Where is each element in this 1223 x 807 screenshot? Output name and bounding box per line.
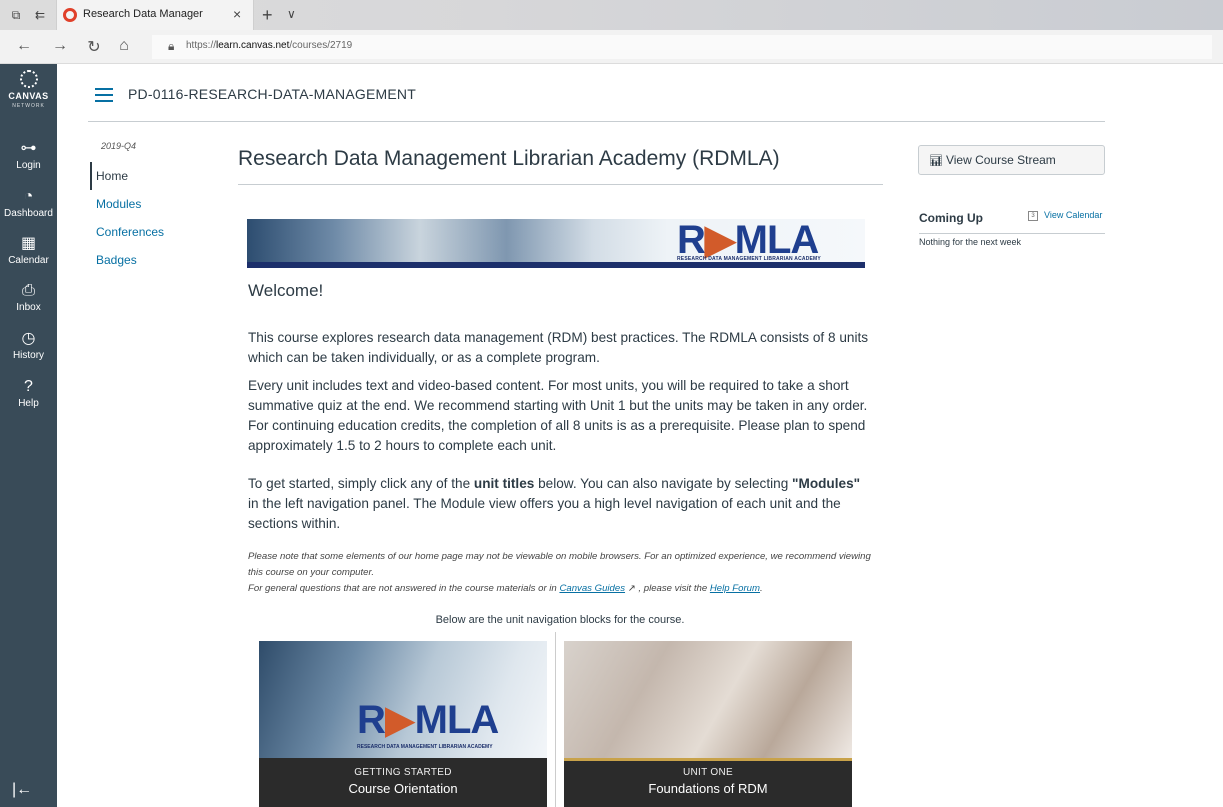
tab-actions-icon[interactable]: ⧉	[8, 7, 24, 23]
help-forum-link[interactable]: Help Forum	[710, 583, 760, 594]
global-nav-label: Dashboard	[4, 208, 53, 219]
note-mobile: Please note that some elements of our ho…	[248, 551, 871, 578]
coming-up-empty: Nothing for the next week	[919, 237, 1022, 247]
global-navigation: CANVAS NETWORK ⊶ Login ◔ Dashboard ▦ Cal…	[0, 64, 57, 807]
global-nav-login[interactable]: ⊶ Login	[0, 140, 57, 171]
tab-close-icon[interactable]: ×	[233, 6, 241, 22]
calendar-icon: 3	[1028, 210, 1038, 221]
rdmla-banner: R▶MLA RESEARCH DATA MANAGEMENT LIBRARIAN…	[247, 219, 865, 268]
refresh-icon[interactable]: ↻	[84, 37, 104, 57]
global-nav-calendar[interactable]: ▦ Calendar	[0, 235, 57, 266]
canvas-network-logo[interactable]: CANVAS NETWORK	[0, 70, 57, 109]
course-nav-modules[interactable]: Modules	[90, 190, 200, 218]
rdmla-logo: R▶MLA	[357, 698, 499, 742]
note-help: For general questions that are not answe…	[248, 583, 763, 594]
blocks-divider	[555, 632, 556, 807]
intro-paragraph: This course explores research data manag…	[248, 330, 869, 365]
canvas-guides-link[interactable]: Canvas Guides	[559, 583, 625, 594]
global-nav-history[interactable]: ◷ History	[0, 330, 57, 361]
global-nav-label: Calendar	[8, 255, 49, 266]
url-field[interactable]: 🔒︎ https://learn.canvas.net/courses/2719	[152, 35, 1212, 59]
global-nav-label: Inbox	[16, 302, 41, 313]
unit-block-orientation[interactable]: R▶MLA RESEARCH DATA MANAGEMENT LIBRARIAN…	[259, 641, 547, 807]
global-nav-label: Help	[18, 398, 39, 409]
global-nav-label: History	[12, 350, 45, 361]
canvas-favicon-icon	[63, 8, 77, 22]
view-calendar-label: View Calendar	[1044, 210, 1103, 220]
url-text: https://learn.canvas.net/courses/2719	[186, 40, 353, 51]
header-divider	[88, 121, 1105, 122]
welcome-heading: Welcome!	[248, 281, 324, 300]
banner-stripe	[247, 262, 865, 268]
tab-title: Research Data Manager	[83, 8, 203, 20]
title-divider	[238, 184, 883, 185]
block-kicker: UNIT ONE	[683, 767, 733, 778]
coming-up-divider	[919, 233, 1105, 234]
inbox-icon: ⎙	[22, 282, 35, 299]
browser-address-bar: ← → ↻ ⌂ 🔒︎ https://learn.canvas.net/cour…	[0, 30, 1223, 64]
units-paragraph: Every unit includes text and video-based…	[248, 378, 868, 453]
view-calendar-link[interactable]: 3 View Calendar	[1028, 210, 1102, 221]
block-caption: GETTING STARTED Course Orientation	[259, 758, 547, 807]
collapse-nav-icon[interactable]: |←	[12, 781, 32, 799]
stream-chart-icon: 📊︎	[929, 155, 943, 167]
global-nav-label: Login	[16, 160, 41, 171]
course-nav-conferences[interactable]: Conferences	[90, 218, 200, 246]
back-icon[interactable]: ←	[14, 37, 34, 55]
breadcrumb[interactable]: PD-0116-RESEARCH-DATA-MANAGEMENT	[128, 86, 416, 102]
stream-button-label: View Course Stream	[945, 153, 1056, 167]
tab-dropdown-icon[interactable]: ∨	[287, 7, 296, 21]
getting-started-paragraph: To get started, simply click any of the …	[248, 476, 861, 531]
course-nav-home[interactable]: Home	[90, 162, 200, 190]
global-nav-help[interactable]: ? Help	[0, 378, 57, 409]
global-nav-dashboard[interactable]: ◔ Dashboard	[0, 188, 57, 219]
block-title: Foundations of RDM	[648, 781, 768, 796]
forward-icon[interactable]: →	[50, 37, 70, 55]
new-tab-button[interactable]: +	[262, 5, 273, 26]
course-nav-badges[interactable]: Badges	[90, 246, 200, 274]
history-icon: ◷	[21, 330, 36, 347]
block-accent-bar	[564, 758, 852, 761]
logo-sub: NETWORK	[12, 103, 45, 109]
help-icon: ?	[24, 378, 33, 395]
coming-up-heading: Coming Up	[919, 211, 983, 225]
logo-text: CANVAS	[8, 91, 49, 101]
external-link-icon: ↗	[625, 583, 636, 594]
block-title: Course Orientation	[348, 781, 458, 796]
blocks-intro: Below are the unit navigation blocks for…	[435, 614, 685, 626]
login-icon: ⊶	[20, 140, 37, 157]
set-aside-tabs-icon[interactable]: ⇇	[32, 7, 48, 23]
course-menu-toggle-icon[interactable]	[95, 88, 113, 102]
course-navigation: Home Modules Conferences Badges	[90, 162, 200, 274]
global-nav-inbox[interactable]: ⎙ Inbox	[0, 282, 57, 313]
browser-tab-bar: ⧉ ⇇ Research Data Manager × + ∨	[0, 0, 1223, 30]
dashboard-icon: ◔	[23, 188, 34, 205]
block-logo-subtitle: RESEARCH DATA MANAGEMENT LIBRARIAN ACADE…	[357, 744, 493, 750]
course-term: 2019-Q4	[101, 141, 137, 151]
mobile-note: Please note that some elements of our ho…	[248, 549, 872, 597]
browser-tab[interactable]: Research Data Manager ×	[56, 0, 254, 30]
calendar-icon: ▦	[20, 235, 37, 252]
lock-icon: 🔒︎	[168, 39, 175, 53]
view-course-stream-button[interactable]: 📊︎ View Course Stream	[918, 145, 1105, 175]
home-icon[interactable]: ⌂	[114, 37, 134, 55]
unit-block-foundations[interactable]: UNIT ONE Foundations of RDM	[564, 641, 852, 807]
block-caption: UNIT ONE Foundations of RDM	[564, 758, 852, 807]
block-kicker: GETTING STARTED	[354, 767, 452, 778]
canvas-logo-icon	[19, 70, 38, 88]
foundations-image	[564, 641, 852, 758]
page-title: Research Data Management Librarian Acade…	[238, 147, 780, 170]
